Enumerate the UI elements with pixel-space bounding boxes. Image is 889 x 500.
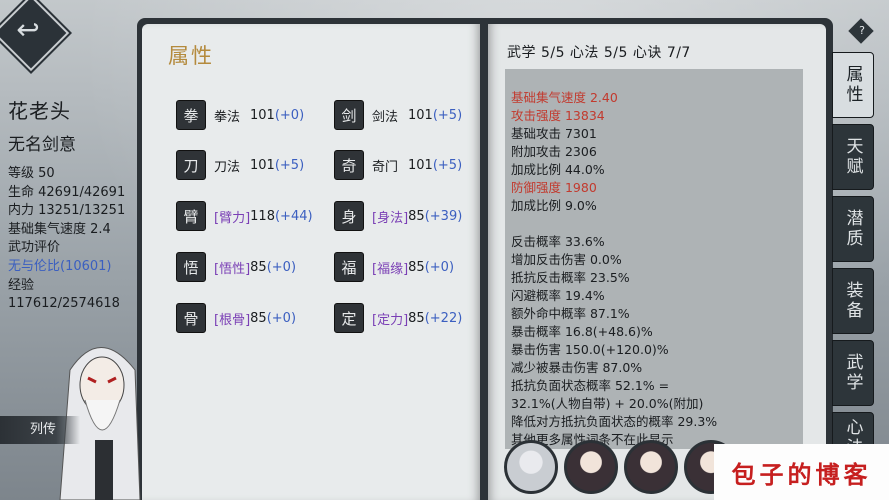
attr-name: [身法]: [372, 210, 409, 226]
stat-line: 闪避概率 19.4%: [511, 288, 605, 303]
mp-text: 内力 13251/13251: [8, 203, 126, 219]
stat-line: 抵抗负面状态概率 52.1% =: [511, 378, 670, 393]
level-text: 等级 50: [8, 166, 55, 181]
attr-value: 85: [408, 310, 425, 326]
stat-line: 32.1%(人物自带) + 20.0%(附加): [511, 396, 704, 411]
help-icon[interactable]: ?: [853, 21, 871, 39]
party-avatar[interactable]: [624, 440, 678, 494]
fortune-icon: 福: [334, 252, 364, 282]
stat-line: 基础集气速度 2.40: [511, 90, 618, 105]
attr-bonus: (+0): [266, 259, 297, 275]
stat-line: 暴击概率 16.8(+48.6)%: [511, 324, 653, 339]
tab-martial-arts[interactable]: 武学: [832, 340, 874, 406]
stat-line: 反击概率 33.6%: [511, 234, 605, 249]
attr-agility[interactable]: 身 [身法] 85 (+39): [334, 199, 462, 233]
skill-value: 101: [408, 157, 433, 173]
attributes-title: 属性: [168, 44, 214, 68]
party-avatar[interactable]: [504, 440, 558, 494]
skill-name: 拳法: [214, 109, 241, 125]
attr-arm-strength[interactable]: 臂 [臂力] 118 (+44): [176, 199, 313, 233]
attr-concentration[interactable]: 定 [定力] 85 (+22): [334, 301, 462, 335]
tab-equipment[interactable]: 装备: [832, 268, 874, 334]
character-portrait: [59, 347, 141, 500]
stats-scroll-box[interactable]: 基础集气速度 2.40 攻击强度 13834 基础攻击 7301 附加攻击 23…: [505, 69, 803, 449]
attr-name: [定力]: [372, 312, 409, 328]
tab-talent[interactable]: 天赋: [832, 124, 874, 190]
agility-icon: 身: [334, 201, 364, 231]
party-avatar[interactable]: [564, 440, 618, 494]
attr-name: [臂力]: [214, 210, 251, 226]
attr-bonus: (+0): [424, 259, 455, 275]
character-name: 花老头: [8, 99, 71, 123]
skill-bonus: (+5): [432, 107, 463, 123]
skill-value: 101: [250, 107, 275, 123]
skill-bonus: (+5): [432, 157, 463, 173]
stat-line: 防御强度 1980: [511, 180, 597, 195]
attr-value: 85: [408, 259, 425, 275]
experience-value: 117612/2574618: [8, 296, 120, 312]
stat-line: 增加反击伤害 0.0%: [511, 252, 622, 267]
fist-icon: 拳: [176, 100, 206, 130]
attr-name: [根骨]: [214, 312, 251, 328]
base-speed-text: 基础集气速度 2.4: [8, 221, 111, 237]
stat-line: 抵抗反击概率 23.5%: [511, 270, 630, 285]
stat-line: 攻击强度 13834: [511, 108, 605, 123]
skill-name: 剑法: [372, 109, 399, 125]
skill-fist[interactable]: 拳 拳法 101 (+0): [176, 98, 304, 132]
stat-line: 额外命中概率 87.1%: [511, 306, 630, 321]
skill-bonus: (+0): [274, 107, 305, 123]
skill-blade[interactable]: 刀 刀法 101 (+5): [176, 148, 304, 182]
attr-value: 85: [408, 208, 425, 224]
stat-line: 加成比例 44.0%: [511, 162, 605, 177]
attr-bonus: (+0): [266, 310, 297, 326]
skill-value: 101: [250, 157, 275, 173]
character-info-panel: 花老头 无名剑意 等级 50 生命 42691/42691 内力 13251/1…: [8, 95, 143, 314]
attr-root-bone[interactable]: 骨 [根骨] 85 (+0): [176, 301, 296, 335]
comprehension-icon: 悟: [176, 252, 206, 282]
biography-button[interactable]: 列传: [0, 416, 80, 444]
attr-value: 85: [250, 259, 267, 275]
concentration-icon: 定: [334, 303, 364, 333]
skill-bonus: (+5): [274, 157, 305, 173]
attr-value: 118: [250, 208, 275, 224]
skill-value: 101: [408, 107, 433, 123]
odd-weapon-icon: 奇: [334, 150, 364, 180]
stat-line: 基础攻击 7301: [511, 126, 597, 141]
attr-fortune[interactable]: 福 [福缘] 85 (+0): [334, 250, 454, 284]
attr-comprehension[interactable]: 悟 [悟性] 85 (+0): [176, 250, 296, 284]
attr-name: [悟性]: [214, 261, 251, 277]
stat-line: 暴击伤害 150.0(+120.0)%: [511, 342, 669, 357]
blade-icon: 刀: [176, 150, 206, 180]
arm-strength-icon: 臂: [176, 201, 206, 231]
stat-line: 降低对方抵抗负面状态的概率 29.3%: [511, 414, 718, 429]
attr-bonus: (+44): [274, 208, 313, 224]
attr-bonus: (+22): [424, 310, 463, 326]
stat-line: 附加攻击 2306: [511, 144, 597, 159]
martial-rating-label: 武功评价: [8, 240, 61, 256]
character-title: 无名剑意: [8, 135, 76, 155]
stat-line: 加成比例 9.0%: [511, 198, 597, 213]
martial-rating-value: 无与伦比(10601): [8, 258, 112, 274]
tab-attributes[interactable]: 属性: [832, 52, 874, 118]
attr-name: [福缘]: [372, 261, 409, 277]
hp-text: 生命 42691/42691: [8, 184, 126, 200]
attr-bonus: (+39): [424, 208, 463, 224]
attr-value: 85: [250, 310, 267, 326]
experience-label: 经验: [8, 277, 35, 293]
sword-icon: 剑: [334, 100, 364, 130]
stats-header: 武学 5/5 心法 5/5 心诀 7/7: [507, 45, 691, 61]
root-bone-icon: 骨: [176, 303, 206, 333]
return-arrow-icon[interactable]: ↩: [8, 10, 48, 50]
skill-name: 刀法: [214, 159, 241, 175]
skill-odd-weapon[interactable]: 奇 奇门 101 (+5): [334, 148, 462, 182]
skill-name: 奇门: [372, 159, 399, 175]
tab-potential[interactable]: 潜质: [832, 196, 874, 262]
stat-line: 减少被暴击伤害 87.0%: [511, 360, 643, 375]
skill-sword[interactable]: 剑 剑法 101 (+5): [334, 98, 462, 132]
watermark: 包子的博客: [714, 444, 889, 500]
